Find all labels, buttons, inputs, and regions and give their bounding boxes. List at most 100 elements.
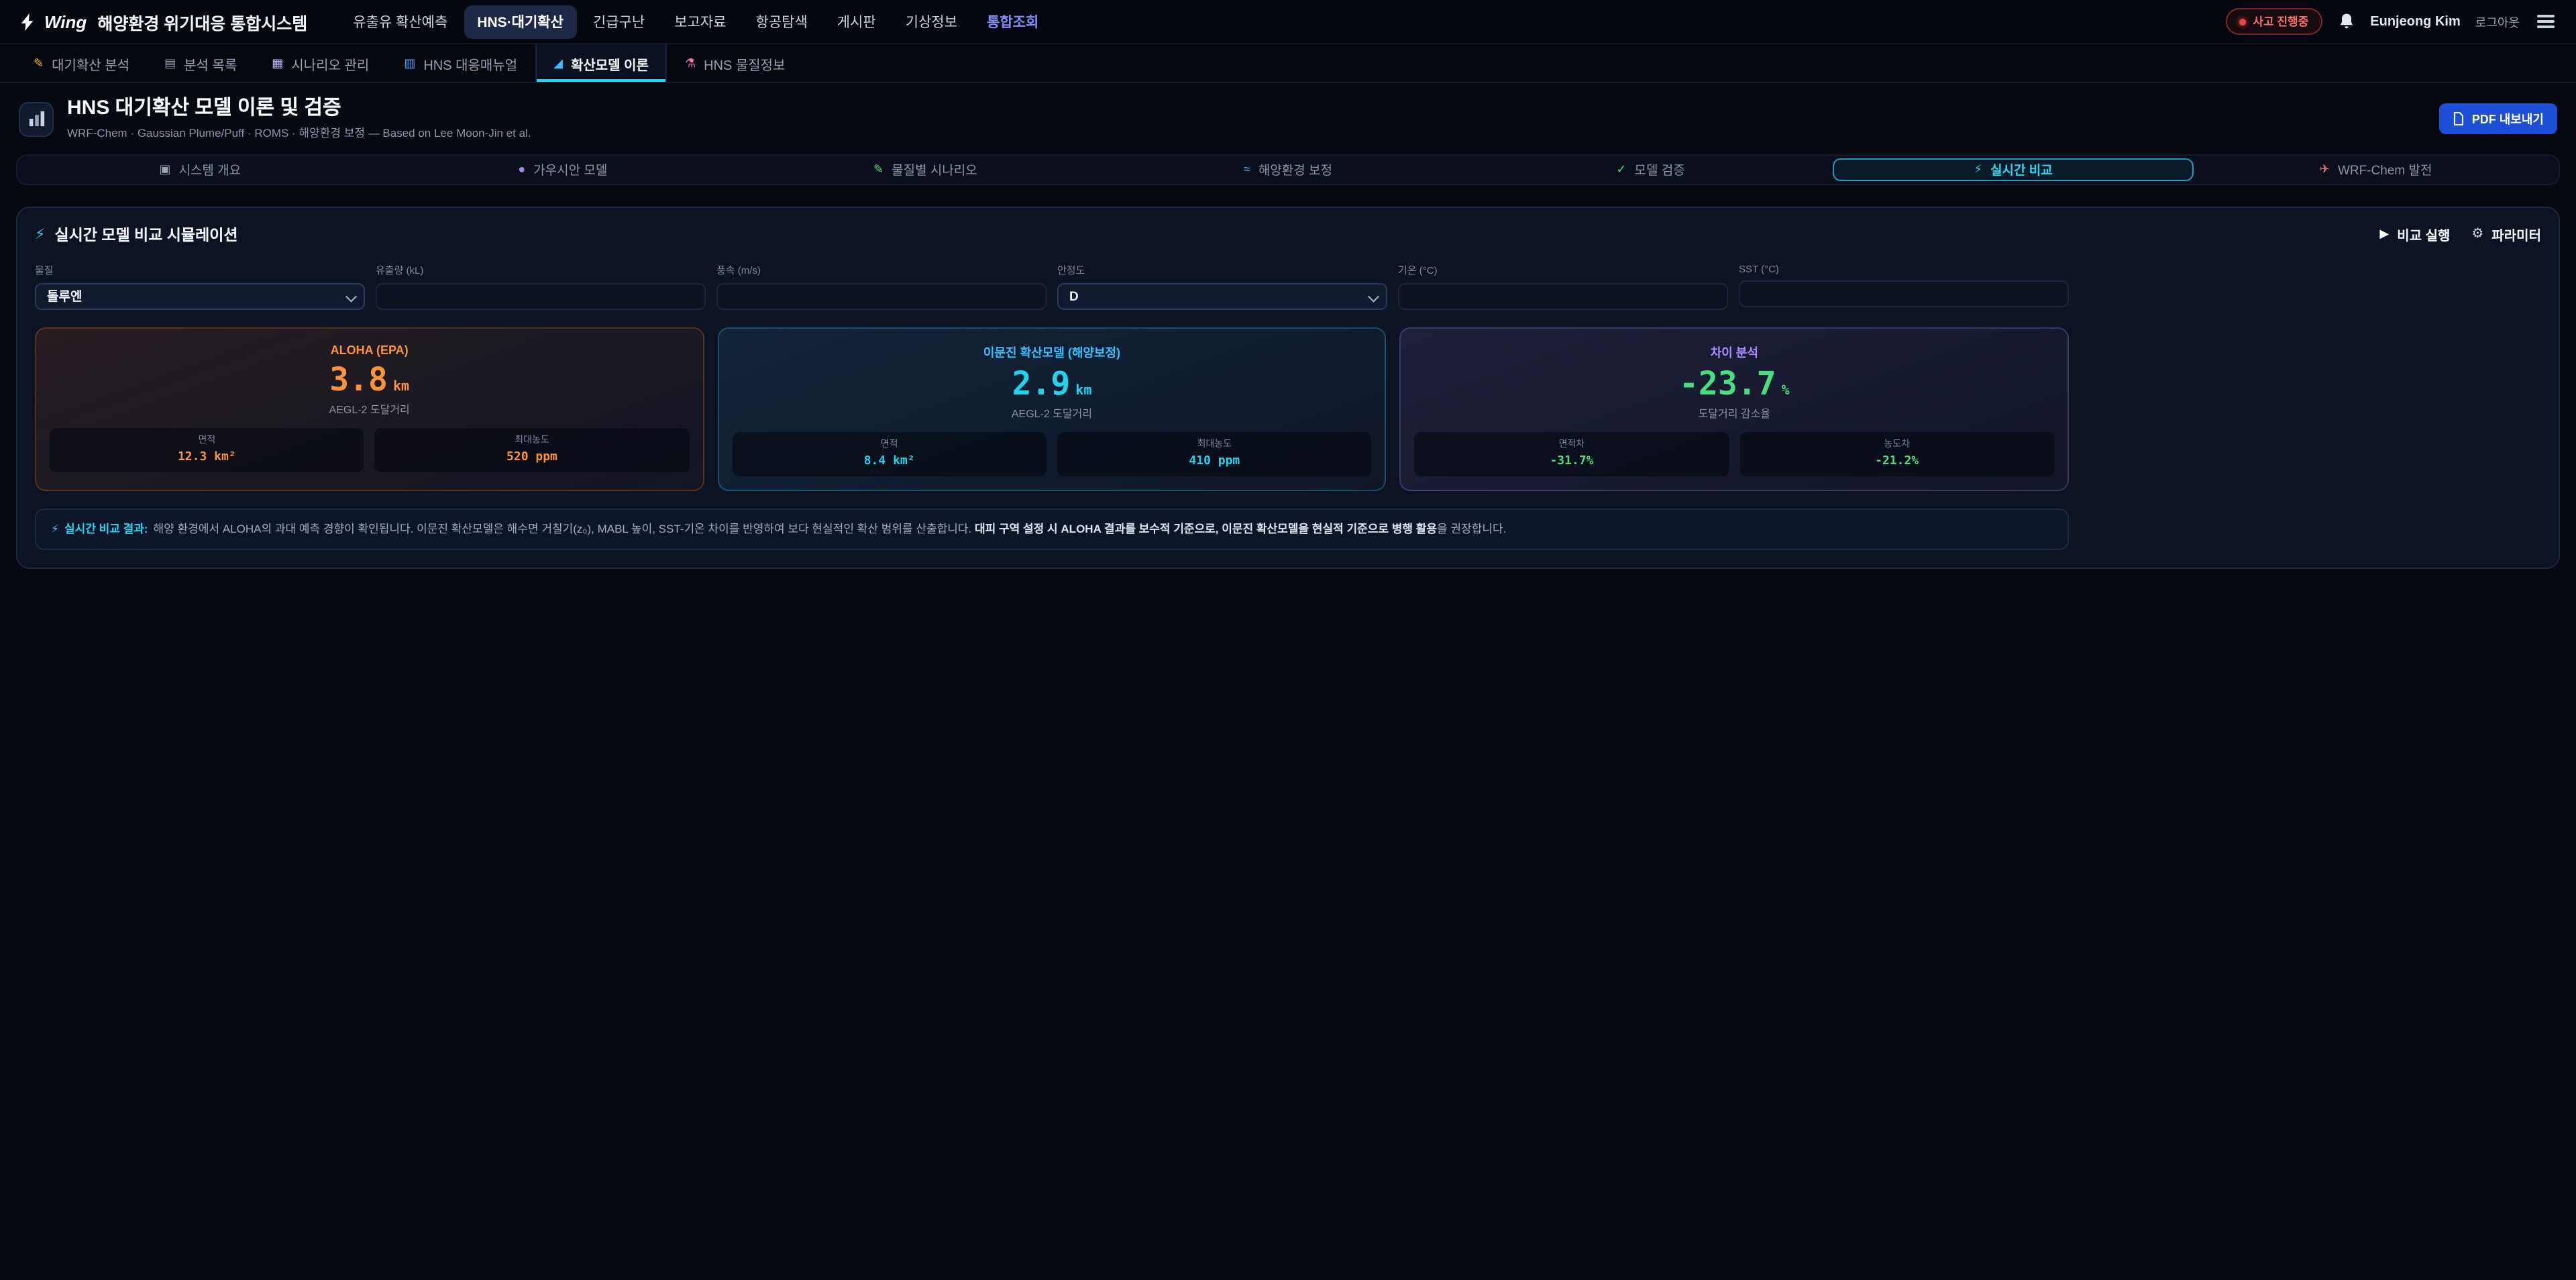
pdf-export-button[interactable]: PDF 내보내기: [2440, 104, 2557, 135]
field-wind-speed: 풍속 (m/s): [716, 262, 1046, 310]
area-difference-stat: 면적차 -31.7%: [1415, 432, 1729, 476]
gaussian-dot-icon: ●: [518, 162, 525, 176]
pencil-icon: ✎: [873, 162, 883, 176]
lee-distance-value: 2.9km: [732, 368, 1371, 401]
run-comparison-button[interactable]: ▶ 비교 실행: [2379, 224, 2450, 244]
difference-caption: 도달거리 감소율: [1415, 407, 2054, 421]
nav-item-weather[interactable]: 기상정보: [892, 5, 971, 38]
difference-card-title: 차이 분석: [1415, 343, 2054, 361]
air-temp-label: 기온 (°C): [1398, 262, 1728, 277]
gear-icon: ⚙: [2471, 227, 2483, 242]
subnav-label: HNS 대응매뉴얼: [423, 53, 517, 73]
stability-select-wrap: D: [1057, 282, 1387, 310]
subnav-label: 분석 목록: [184, 53, 237, 73]
subnav-item-scenario-management[interactable]: ▦ 시나리오 관리: [254, 44, 386, 82]
parameters-label: 파라미터: [2491, 224, 2541, 244]
nav-item-reports[interactable]: 보고자료: [661, 5, 739, 38]
play-icon: ▶: [2379, 227, 2389, 242]
run-comparison-label: 비교 실행: [2397, 224, 2450, 244]
spill-amount-input[interactable]: [376, 283, 706, 310]
wind-speed-label: 풍속 (m/s): [716, 262, 1046, 277]
nav-item-integrated-search[interactable]: 통합조회: [973, 5, 1052, 38]
air-temp-input[interactable]: [1398, 283, 1728, 310]
simulation-title-group: ⚡ 실시간 모델 비교 시뮬레이션: [35, 223, 238, 245]
aloha-distance-caption: AEGL-2 도달거리: [50, 403, 689, 417]
stability-select[interactable]: D: [1057, 283, 1387, 310]
field-sst: SST (°C): [1739, 262, 2069, 310]
lee-distance-caption: AEGL-2 도달거리: [732, 407, 1371, 421]
tab-model-validation[interactable]: ✓ 모델 검증: [1470, 158, 1831, 180]
result-card-aloha: ALOHA (EPA) 3.8km AEGL-2 도달거리 면적 12.3 km…: [35, 327, 704, 491]
aloha-card-title: ALOHA (EPA): [50, 343, 689, 357]
substance-select-wrap: 톨루엔: [35, 282, 365, 310]
result-card-lee-model: 이문진 확산모델 (해양보정) 2.9km AEGL-2 도달거리 면적 8.4…: [717, 327, 1386, 491]
stability-label: 안정도: [1057, 262, 1387, 277]
nav-item-aerial-search[interactable]: 항공탐색: [743, 5, 821, 38]
concentration-difference-stat: 농도차 -21.2%: [1739, 432, 2054, 476]
tab-substance-scenarios[interactable]: ✎ 물질별 시나리오: [745, 158, 1106, 180]
tab-marine-correction[interactable]: ≈ 해양환경 보정: [1108, 158, 1468, 180]
nav-item-hns-dispersion[interactable]: HNS·대기확산: [464, 5, 577, 38]
tab-realtime-comparison[interactable]: ⚡ 실시간 비교: [1833, 158, 2194, 180]
main-nav: 유출유 확산예측 HNS·대기확산 긴급구난 보고자료 항공탐색 게시판 기상정…: [339, 5, 1052, 38]
sub-navigation-bar: ✎ 대기확산 분석 ▤ 분석 목록 ▦ 시나리오 관리 ▥ HNS 대응매뉴얼 …: [0, 44, 2576, 83]
list-icon: ▤: [164, 56, 176, 70]
bell-icon[interactable]: [2337, 12, 2355, 31]
incident-badge-label: 사고 진행중: [2253, 13, 2308, 30]
spill-amount-label: 유출량 (kL): [376, 262, 706, 277]
field-spill-amount: 유출량 (kL): [376, 262, 706, 310]
aloha-stats: 면적 12.3 km² 최대농도 520 ppm: [50, 428, 689, 472]
lee-card-title: 이문진 확산모델 (해양보정): [732, 343, 1371, 361]
lightning-icon: ⚡: [51, 522, 59, 535]
realtime-simulation-panel: ⚡ 실시간 모델 비교 시뮬레이션 ▶ 비교 실행 ⚙ 파라미터 물질 톨: [16, 206, 2560, 568]
incident-status-badge[interactable]: 사고 진행중: [2226, 8, 2322, 35]
difference-stats: 면적차 -31.7% 농도차 -21.2%: [1415, 432, 2054, 476]
tab-gaussian-model[interactable]: ● 가우시안 모델: [383, 158, 743, 180]
subnav-label: 대기확산 분석: [52, 53, 129, 73]
substance-label: 물질: [35, 262, 365, 277]
tab-label: WRF-Chem 발전: [2338, 160, 2432, 178]
subnav-item-hns-manual[interactable]: ▥ HNS 대응매뉴얼: [386, 44, 535, 82]
lee-stats: 면적 8.4 km² 최대농도 410 ppm: [732, 432, 1371, 476]
lightning-icon: ⚡: [1974, 162, 1982, 176]
nav-item-rescue[interactable]: 긴급구난: [580, 5, 658, 38]
wind-speed-input[interactable]: [716, 283, 1046, 310]
subnav-item-analysis-list[interactable]: ▤ 분석 목록: [147, 44, 254, 82]
tab-system-overview[interactable]: ▣ 시스템 개요: [20, 158, 380, 180]
subnav-item-analysis[interactable]: ✎ 대기확산 분석: [16, 44, 147, 82]
aloha-max-concentration-stat: 최대농도 520 ppm: [375, 428, 690, 472]
note-body: 해양 환경에서 ALOHA의 과대 예측 경향이 확인됩니다. 이문진 확산모델…: [154, 522, 972, 535]
wave-icon: ≈: [1244, 162, 1250, 176]
tab-label: 가우시안 모델: [533, 160, 607, 178]
substance-select[interactable]: 톨루엔: [35, 283, 365, 310]
brand-logo-text: Wing: [44, 11, 87, 32]
subnav-item-hns-substance-info[interactable]: ⚗ HNS 물질정보: [667, 44, 803, 82]
lee-max-concentration-stat: 최대농도 410 ppm: [1057, 432, 1372, 476]
comparison-result-note: ⚡실시간 비교 결과:해양 환경에서 ALOHA의 과대 예측 경향이 확인됩니…: [35, 509, 2069, 549]
tab-label: 해양환경 보정: [1258, 160, 1332, 178]
page-header: HNS 대기확산 모델 이론 및 검증 WRF-Chem · Gaussian …: [0, 83, 2576, 152]
user-name[interactable]: Eunjeong Kim: [2370, 14, 2460, 29]
simulation-actions: ▶ 비교 실행 ⚙ 파라미터: [2379, 224, 2541, 244]
app-root: Wing 해양환경 위기대응 통합시스템 유출유 확산예측 HNS·대기확산 긴…: [0, 0, 2576, 1280]
hamburger-menu-icon[interactable]: [2534, 11, 2557, 32]
aloha-distance-value: 3.8km: [50, 364, 689, 397]
nav-item-board[interactable]: 게시판: [824, 5, 890, 38]
subnav-item-model-theory[interactable]: ◢ 확산모델 이론: [535, 44, 667, 82]
difference-percentage-value: -23.7%: [1415, 368, 2054, 401]
brand[interactable]: Wing 해양환경 위기대응 통합시스템: [19, 9, 307, 34]
overview-icon: ▣: [159, 162, 170, 176]
subnav-label: 확산모델 이론: [571, 53, 649, 73]
top-nav-right: 사고 진행중 Eunjeong Kim 로그아웃: [2226, 8, 2557, 35]
aloha-area-stat: 면적 12.3 km²: [50, 428, 364, 472]
parameters-button[interactable]: ⚙ 파라미터: [2471, 224, 2541, 244]
nav-item-oil-spill[interactable]: 유출유 확산예측: [339, 5, 461, 38]
page-title: HNS 대기확산 모델 이론 및 검증: [67, 98, 531, 120]
book-icon: ▥: [404, 56, 415, 70]
page-subtitle: WRF-Chem · Gaussian Plume/Puff · ROMS · …: [67, 124, 531, 140]
tab-wrf-chem-advancement[interactable]: ✈ WRF-Chem 발전: [2196, 158, 2556, 180]
tab-label: 실시간 비교: [1990, 160, 2053, 178]
logout-button[interactable]: 로그아웃: [2475, 13, 2520, 30]
scenario-icon: ▦: [272, 56, 283, 70]
sst-input[interactable]: [1739, 280, 2069, 307]
